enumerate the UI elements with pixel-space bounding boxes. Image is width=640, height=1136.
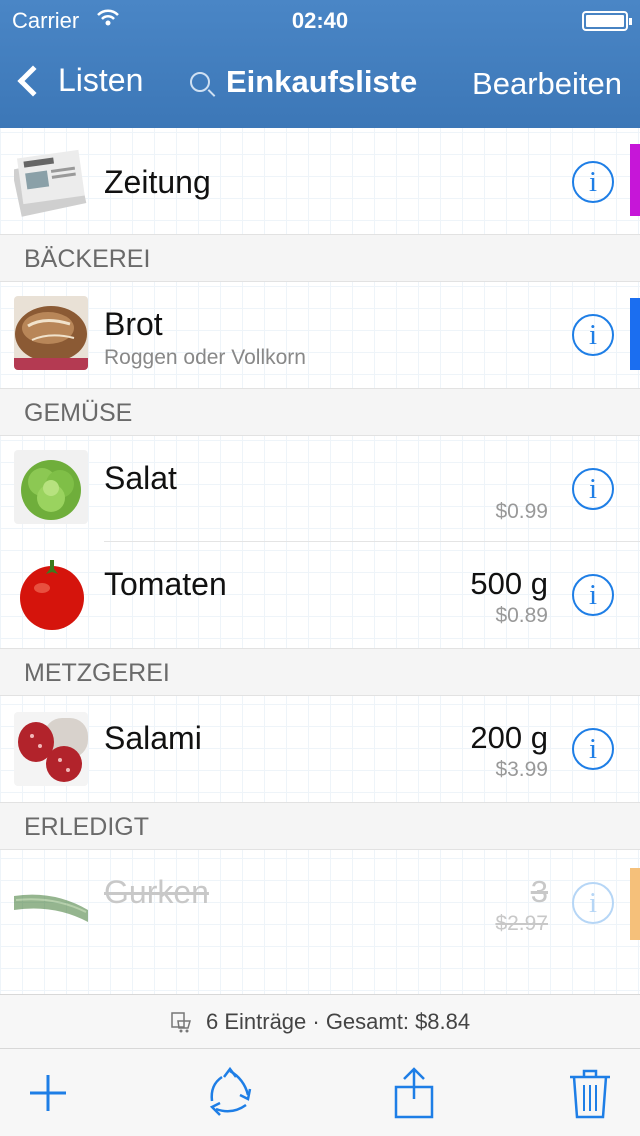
status-bar: Carrier 02:40 (0, 0, 640, 40)
color-marker (630, 868, 640, 940)
item-name: Zeitung (104, 164, 211, 200)
info-button[interactable]: i (572, 882, 614, 924)
share-icon[interactable] (386, 1065, 442, 1121)
list-item[interactable]: Salami 200 g $3.99 i (0, 696, 640, 802)
page-title-label: Einkaufsliste (226, 64, 418, 99)
battery-icon (582, 11, 632, 31)
item-price: $0.99 (495, 500, 548, 523)
info-button[interactable]: i (572, 728, 614, 770)
item-name: Salat (104, 460, 177, 496)
item-name: Salami (104, 720, 202, 756)
back-button-label: Listen (58, 62, 144, 98)
section-header: ERLEDIGT (0, 802, 640, 850)
list-item[interactable]: Salat $0.99 i (0, 436, 640, 542)
section-header: GEMÜSE (0, 388, 640, 436)
list-item[interactable]: Gurken 3 $2.97 i (0, 850, 640, 956)
trash-icon[interactable] (562, 1065, 618, 1121)
clock: 02:40 (291, 8, 349, 33)
section-header: METZGEREI (0, 648, 640, 696)
chevron-left-icon (17, 64, 49, 97)
navigation-bar: Carrier 02:40 Listen Einkaufsliste Bearb… (0, 0, 640, 128)
summary-text: 6 Einträge · Gesamt: $8.84 (205, 1009, 471, 1034)
item-name: Gurken (104, 874, 209, 910)
cucumber-image (14, 866, 88, 940)
item-quantity: 200 g (470, 720, 548, 755)
item-note: Roggen oder Vollkorn (104, 346, 306, 369)
item-price: $0.89 (495, 604, 548, 627)
info-button[interactable]: i (572, 574, 614, 616)
search-icon (190, 72, 210, 92)
tomato-image (14, 558, 88, 632)
list-item[interactable]: Zeitung i (0, 128, 640, 234)
info-button[interactable]: i (572, 468, 614, 510)
newspaper-image (14, 144, 88, 218)
page-title[interactable]: Einkaufsliste (190, 64, 417, 100)
lettuce-image (14, 450, 88, 524)
edit-button[interactable]: Bearbeiten (472, 66, 622, 102)
salami-image (14, 712, 88, 786)
list-item[interactable]: Tomaten 500 g $0.89 i (0, 542, 640, 648)
item-name: Tomaten (104, 566, 227, 602)
plus-icon[interactable] (20, 1065, 76, 1121)
bread-image (14, 296, 88, 370)
item-quantity: 3 (530, 874, 548, 909)
item-price: $2.97 (495, 912, 548, 935)
item-quantity: 500 g (470, 566, 548, 601)
color-marker (630, 298, 640, 370)
back-button[interactable]: Listen (16, 62, 143, 99)
item-price: $3.99 (495, 758, 548, 781)
info-button[interactable]: i (572, 161, 614, 203)
bottom-toolbar (0, 1048, 640, 1136)
cart-icon (170, 999, 192, 1033)
summary-bar: 6 Einträge · Gesamt: $8.84 (0, 994, 640, 1048)
item-name: Brot (104, 306, 163, 342)
section-header: BÄCKEREI (0, 234, 640, 282)
recycle-icon[interactable] (202, 1065, 258, 1121)
color-marker (630, 144, 640, 216)
info-button[interactable]: i (572, 314, 614, 356)
list-item[interactable]: Brot Roggen oder Vollkorn i (0, 282, 640, 388)
